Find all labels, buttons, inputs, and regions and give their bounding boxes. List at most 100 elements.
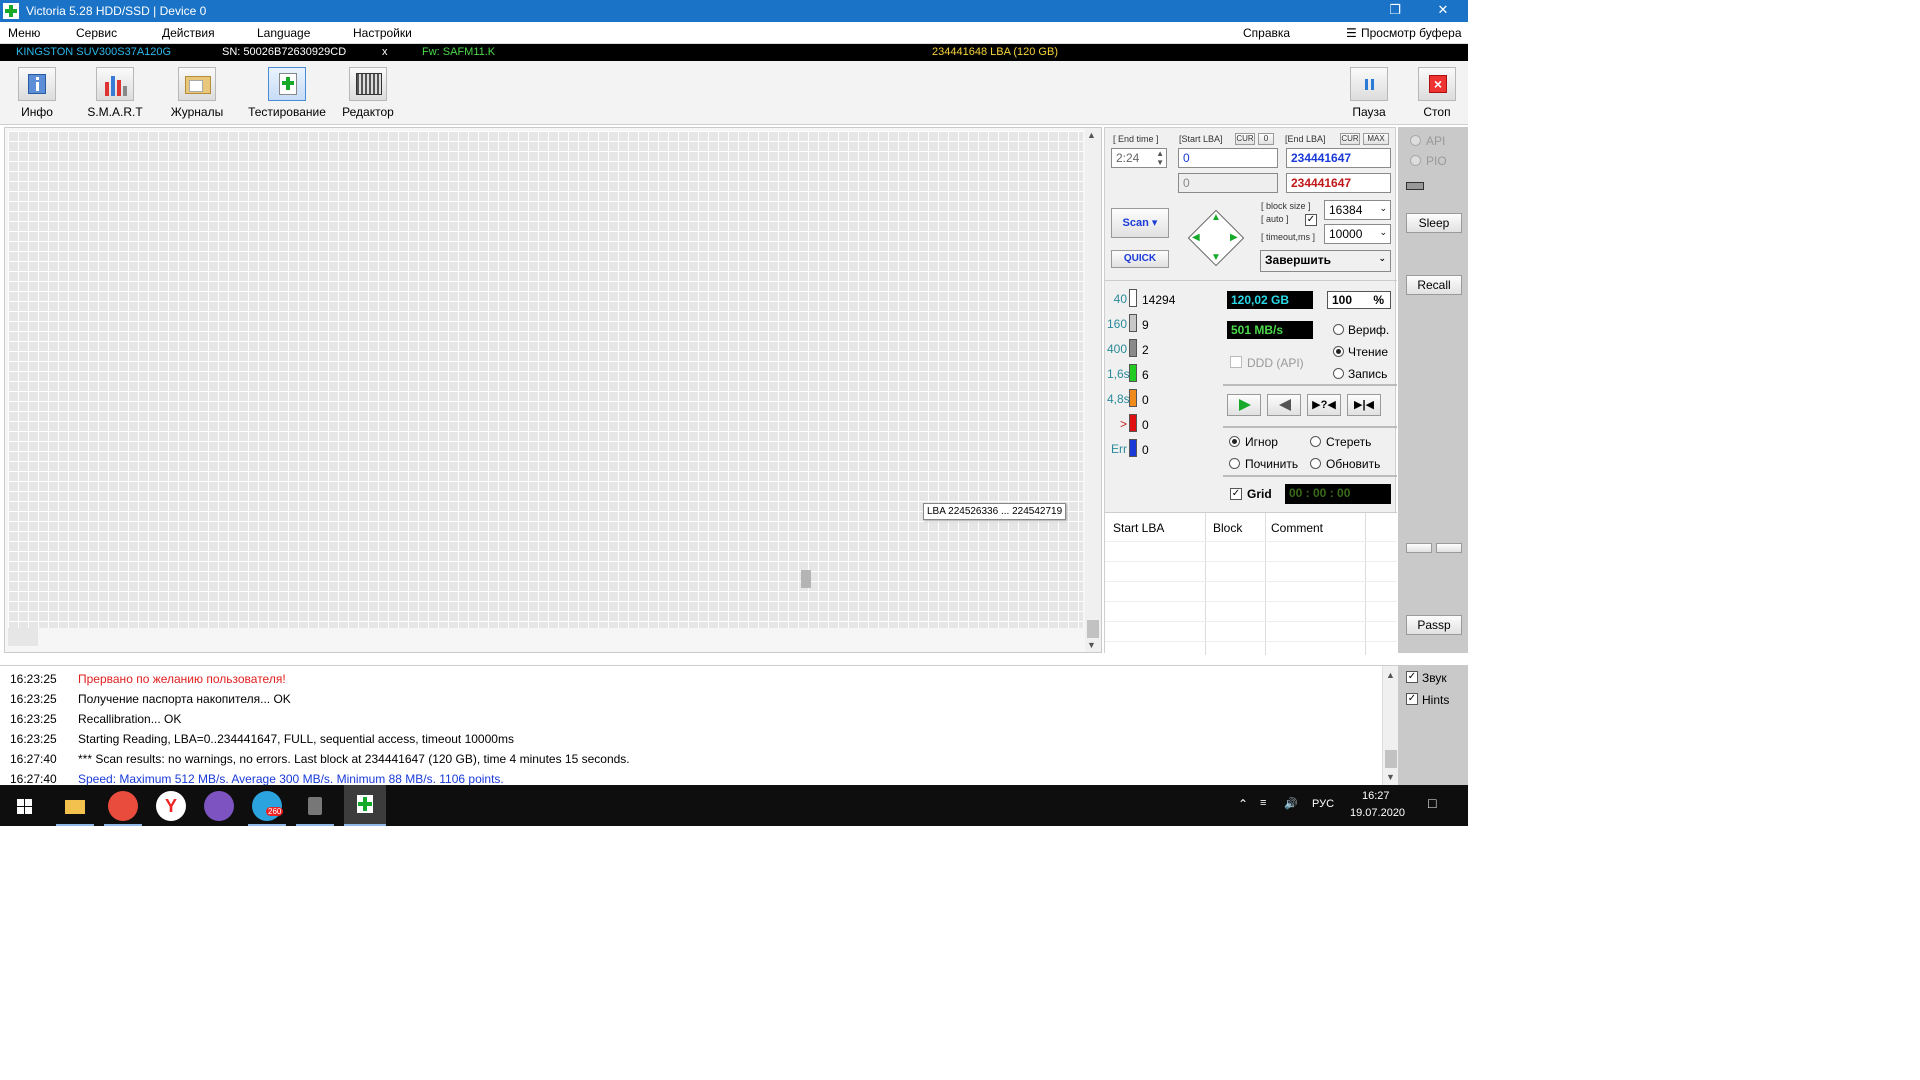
block-size-select[interactable]: 16384 ⌄ (1324, 200, 1391, 220)
end-max-button[interactable]: MAX (1363, 133, 1389, 145)
scroll-up-icon[interactable]: ▲ (1386, 670, 1395, 680)
menu-item-service[interactable]: Сервис (76, 26, 117, 40)
timeout-value: 10000 (1329, 227, 1363, 241)
hints-checkbox[interactable]: ✓ (1406, 693, 1418, 705)
device-close[interactable]: x (382, 46, 388, 58)
clock-time[interactable]: 16:27 (1362, 790, 1390, 802)
start-cur-button[interactable]: CUR (1235, 133, 1255, 145)
log-time: 16:23:25 (10, 732, 57, 746)
finish-action-select[interactable]: Завершить ⌄ (1260, 250, 1391, 272)
end-lba-label: [End LBA] (1285, 134, 1326, 144)
play-button[interactable] (1227, 394, 1261, 416)
small-button-left[interactable] (1406, 543, 1432, 553)
repair-radio[interactable] (1229, 458, 1240, 469)
world-of-tanks-icon[interactable] (300, 791, 330, 821)
map-scroll-thumb[interactable] (1087, 620, 1099, 638)
legend-count: 0 (1142, 418, 1149, 432)
map-scrollbar[interactable]: ▲ ▼ (1085, 128, 1101, 652)
scroll-down-icon[interactable]: ▼ (1386, 772, 1395, 782)
language-indicator[interactable]: РУС (1312, 798, 1334, 810)
erase-radio[interactable] (1310, 436, 1321, 447)
notification-icon[interactable]: □ (1428, 795, 1436, 811)
arrow-down-icon[interactable]: ▼ (1211, 252, 1221, 263)
smart-button[interactable]: S.M.A.R.T (78, 67, 152, 121)
refresh-radio[interactable] (1310, 458, 1321, 469)
timeout-select[interactable]: 10000 ⌄ (1324, 224, 1391, 244)
legend-count: 6 (1142, 368, 1149, 382)
verify-radio[interactable] (1333, 324, 1344, 335)
pio-radio[interactable] (1410, 155, 1421, 166)
timeout-label: [ timeout,ms ] (1261, 232, 1316, 242)
write-radio[interactable] (1333, 368, 1344, 379)
log-scrollbar[interactable]: ▲ ▼ (1382, 666, 1398, 786)
skip-random-button[interactable]: ▶?◀ (1307, 394, 1341, 416)
network-icon[interactable]: ≡ (1260, 797, 1266, 809)
restore-button[interactable]: ❐ (1380, 2, 1410, 20)
sleep-button[interactable]: Sleep (1406, 213, 1462, 233)
arrow-right-icon[interactable]: ▶ (1230, 232, 1238, 243)
legend-color-swatch (1129, 389, 1137, 407)
end-lba-input[interactable]: 234441647 (1286, 148, 1391, 168)
start-lba-input[interactable]: 0 (1178, 148, 1278, 168)
end-time-input[interactable]: 2:24 ▲ ▼ (1111, 148, 1167, 168)
quick-button[interactable]: QUICK (1111, 250, 1169, 268)
end-cur-button[interactable]: CUR (1340, 133, 1360, 145)
scan-button[interactable]: Scan ▾ (1111, 208, 1169, 238)
arrow-up-icon[interactable]: ▲ (1211, 212, 1221, 223)
progress-percent-display: 100 % (1327, 291, 1391, 309)
recall-button[interactable]: Recall (1406, 275, 1462, 295)
log-entry: 16:23:25 Прервано по желанию пользователя… (10, 672, 286, 686)
title-bar: Victoria 5.28 HDD/SSD | Device 0 ❐ ✕ (0, 0, 1468, 22)
legend-count: 0 (1142, 393, 1149, 407)
scroll-up-icon[interactable]: ▲ (1087, 130, 1096, 140)
victoria-taskbar-icon[interactable] (344, 785, 386, 826)
yandex-browser-icon[interactable]: Y (156, 791, 186, 821)
windows-start-icon[interactable] (10, 791, 40, 821)
passp-button[interactable]: Passp (1406, 615, 1462, 635)
menu-item-help[interactable]: Справка (1243, 26, 1290, 40)
info-button[interactable]: Инфо (0, 67, 74, 121)
clock-date[interactable]: 19.07.2020 (1350, 807, 1405, 819)
auto-checkbox[interactable]: ✓ (1305, 214, 1317, 226)
pause-button[interactable]: Пауза (1332, 67, 1406, 121)
menu-item-language[interactable]: Language (257, 26, 310, 40)
legend-count: 14294 (1142, 293, 1176, 307)
log-scroll-thumb[interactable] (1385, 750, 1397, 768)
scroll-down-icon[interactable]: ▼ (1087, 640, 1096, 650)
side-strip: API PIO Sleep Recall Passp (1398, 127, 1468, 653)
device-model[interactable]: KINGSTON SUV300S37A120G (16, 46, 171, 58)
api-radio[interactable] (1410, 135, 1421, 146)
main-toolbar: Инфо S.M.A.R.T Журналы Тестирование Реда… (0, 61, 1468, 125)
grid-checkbox[interactable]: ✓ (1230, 488, 1242, 500)
legend-color-swatch (1129, 289, 1137, 307)
tray-chevron-icon[interactable]: ⌃ (1238, 797, 1248, 811)
close-button[interactable]: ✕ (1428, 2, 1458, 20)
telegram-icon[interactable]: 260 (252, 791, 284, 821)
menu-item-settings[interactable]: Настройки (353, 26, 412, 40)
ddd-checkbox[interactable] (1230, 356, 1242, 368)
read-radio[interactable] (1333, 346, 1344, 357)
rewind-button[interactable] (1267, 394, 1301, 416)
skip-end-button[interactable]: ▶|◀ (1347, 394, 1381, 416)
editor-button[interactable]: Редактор (331, 67, 405, 121)
menu-item-actions[interactable]: Действия (162, 26, 215, 40)
testing-button[interactable]: Тестирование (247, 67, 327, 121)
ignore-radio[interactable] (1229, 436, 1240, 447)
volume-icon[interactable]: 🔊 (1284, 797, 1298, 810)
file-explorer-icon[interactable] (60, 791, 90, 821)
scan-map-grid[interactable] (8, 131, 1083, 628)
browser-icon[interactable] (108, 791, 138, 821)
small-button-right[interactable] (1436, 543, 1462, 553)
stop-button[interactable]: × Стоп (1400, 67, 1468, 121)
sound-checkbox[interactable]: ✓ (1406, 671, 1418, 683)
viber-icon[interactable] (204, 791, 234, 821)
direction-pad[interactable]: ▲ ▼ ◀ ▶ (1184, 206, 1248, 270)
log-time: 16:27:40 (10, 772, 57, 786)
log-entry: 16:27:40 *** Scan results: no warnings, n… (10, 752, 630, 766)
spinner-icon[interactable]: ▲ ▼ (1156, 149, 1164, 167)
logs-button[interactable]: Журналы (160, 67, 234, 121)
menu-item-buffer-view[interactable]: Просмотр буфера (1361, 26, 1462, 40)
menu-item-menu[interactable]: Меню (8, 26, 40, 40)
start-zero-button[interactable]: 0 (1258, 133, 1274, 145)
arrow-left-icon[interactable]: ◀ (1192, 232, 1200, 243)
